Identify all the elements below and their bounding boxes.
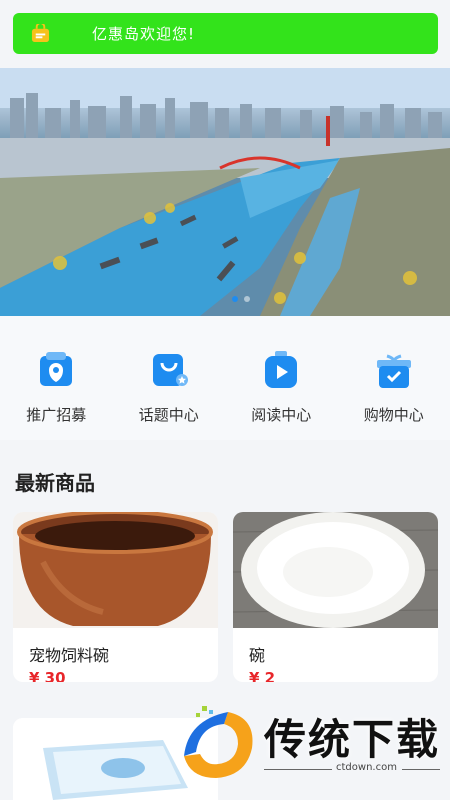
welcome-notice-bar[interactable]: 亿惠岛欢迎您! bbox=[13, 13, 438, 54]
topic-bag-icon bbox=[152, 354, 188, 386]
menu-item-topic[interactable]: 话题中心 bbox=[113, 316, 226, 440]
product-name: 碗 bbox=[249, 646, 266, 665]
product-image bbox=[13, 512, 218, 628]
product-price: ¥ 30 bbox=[29, 669, 66, 682]
shop-bag-icon bbox=[31, 24, 50, 43]
banner-carousel[interactable] bbox=[0, 68, 450, 316]
carousel-dot[interactable] bbox=[244, 296, 250, 302]
product-card[interactable]: 宠物饲料碗 ¥ 30 bbox=[13, 512, 218, 682]
menu-label: 话题中心 bbox=[138, 406, 199, 424]
white-bowl-image bbox=[233, 512, 438, 628]
brand-logo-icon bbox=[184, 706, 253, 778]
menu-label: 购物中心 bbox=[363, 406, 424, 424]
product-name: 宠物饲料碗 bbox=[29, 646, 110, 665]
quick-menu: 推广招募 话题中心 阅读中心 购物中心 bbox=[0, 316, 450, 440]
product-price: ¥ 2 bbox=[249, 669, 276, 682]
product-image bbox=[233, 512, 438, 628]
section-title: 最新商品 bbox=[15, 471, 95, 495]
menu-label: 阅读中心 bbox=[251, 406, 312, 424]
reading-play-icon bbox=[265, 351, 298, 388]
welcome-text: 亿惠岛欢迎您! bbox=[92, 25, 196, 43]
watermark: 传统下载 ctdown.com bbox=[180, 704, 440, 782]
menu-label: 推广招募 bbox=[26, 406, 87, 424]
menu-item-shopping[interactable]: 购物中心 bbox=[338, 316, 450, 440]
carousel-dot-active[interactable] bbox=[232, 296, 238, 302]
watermark-url: ctdown.com bbox=[336, 762, 397, 773]
menu-item-reading[interactable]: 阅读中心 bbox=[225, 316, 338, 440]
gift-box-icon bbox=[376, 354, 411, 388]
clay-bowl-image bbox=[13, 512, 218, 628]
menu-item-promotion[interactable]: 推广招募 bbox=[0, 316, 113, 440]
watermark-brand: 传统下载 bbox=[264, 715, 441, 764]
banner-city-river-image bbox=[0, 68, 450, 316]
carousel-indicator bbox=[232, 296, 250, 302]
product-card[interactable]: 碗 ¥ 2 bbox=[233, 512, 438, 682]
promotion-icon bbox=[40, 352, 73, 386]
